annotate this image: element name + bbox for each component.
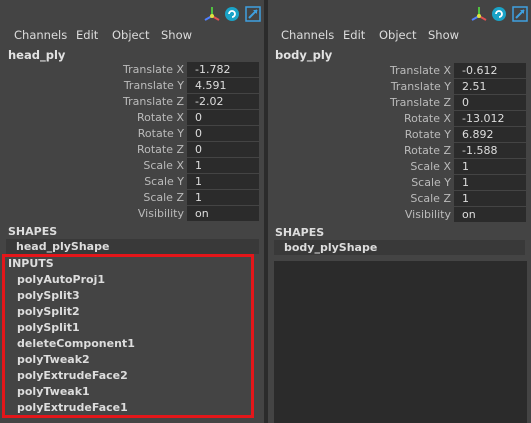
menu-object[interactable]: Object bbox=[379, 28, 416, 42]
attr-label: Translate X bbox=[390, 64, 451, 77]
menu-bar: Channels Edit Object Show bbox=[268, 26, 531, 44]
transform-axes-icon[interactable] bbox=[470, 5, 488, 23]
shapes-header: SHAPES bbox=[275, 226, 325, 239]
attr-value-field[interactable]: 1 bbox=[454, 159, 526, 174]
attr-scale-z[interactable]: Scale Z1 bbox=[0, 190, 264, 206]
shapes-header: SHAPES bbox=[8, 225, 58, 238]
attr-value-field[interactable]: on bbox=[187, 206, 259, 221]
channel-box-left: Channels Edit Object Show head_ply Trans… bbox=[0, 0, 264, 423]
attr-rotate-y[interactable]: Rotate Y 6.892 bbox=[268, 127, 531, 143]
attr-rotate-x[interactable]: Rotate X -13.012 bbox=[268, 111, 531, 127]
empty-inputs-area bbox=[274, 261, 527, 423]
object-name[interactable]: head_ply bbox=[8, 48, 65, 62]
attr-value-field[interactable]: 1 bbox=[187, 190, 259, 205]
attr-value-field[interactable]: 2.51 bbox=[454, 79, 526, 94]
attr-visibility[interactable]: Visibility on bbox=[0, 206, 264, 222]
attr-scale-z[interactable]: Scale Z1 bbox=[268, 191, 531, 207]
input-node[interactable]: polyAutoProj1 bbox=[17, 273, 105, 286]
menu-object[interactable]: Object bbox=[112, 28, 149, 42]
shape-item[interactable]: head_plyShape bbox=[6, 239, 259, 254]
attr-label: Rotate Y bbox=[137, 127, 184, 140]
attr-value-field[interactable]: 1 bbox=[187, 174, 259, 189]
attr-value-field[interactable]: 0 bbox=[187, 142, 259, 157]
attr-value-field[interactable]: 1 bbox=[187, 158, 259, 173]
menu-channels[interactable]: Channels bbox=[14, 28, 67, 42]
attr-translate-z[interactable]: Translate Z0 bbox=[268, 95, 531, 111]
object-name[interactable]: body_ply bbox=[275, 48, 332, 62]
attr-label: Translate Y bbox=[123, 79, 184, 92]
input-node[interactable]: polyExtrudeFace1 bbox=[17, 401, 128, 414]
attr-value-field[interactable]: -0.612 bbox=[454, 63, 526, 78]
menu-show[interactable]: Show bbox=[161, 28, 192, 42]
attr-value-field[interactable]: -1.588 bbox=[454, 143, 526, 158]
attr-value-field[interactable]: 4.591 bbox=[187, 78, 259, 93]
input-node[interactable]: polyExtrudeFace2 bbox=[17, 369, 128, 382]
menu-edit[interactable]: Edit bbox=[76, 28, 98, 42]
menu-bar: Channels Edit Object Show bbox=[0, 26, 264, 44]
attr-translate-x[interactable]: Translate X -1.782 bbox=[0, 62, 264, 78]
attr-value-field[interactable]: on bbox=[454, 207, 526, 222]
attr-label: Rotate X bbox=[403, 112, 451, 125]
attr-label: Scale Z bbox=[143, 191, 184, 204]
attr-rotate-y[interactable]: Rotate Y0 bbox=[0, 126, 264, 142]
attr-label: Translate Z bbox=[123, 95, 184, 108]
attr-label: Visibility bbox=[404, 208, 451, 221]
attr-label: Rotate Y bbox=[404, 128, 451, 141]
attr-translate-x[interactable]: Translate X -0.612 bbox=[268, 63, 531, 79]
input-node[interactable]: polyTweak1 bbox=[17, 385, 90, 398]
attr-value-field[interactable]: -1.782 bbox=[187, 62, 259, 77]
attr-label: Scale Y bbox=[411, 176, 451, 189]
attr-value-field[interactable]: 0 bbox=[187, 110, 259, 125]
attr-label: Visibility bbox=[137, 207, 184, 220]
inputs-header: INPUTS bbox=[8, 257, 54, 270]
expand-arrow-icon[interactable] bbox=[511, 5, 529, 23]
attr-label: Translate Y bbox=[390, 80, 451, 93]
expand-arrow-icon[interactable] bbox=[244, 5, 262, 23]
attr-scale-y[interactable]: Scale Y1 bbox=[0, 174, 264, 190]
input-node[interactable]: polySplit1 bbox=[17, 321, 80, 334]
attr-value-field[interactable]: 1 bbox=[454, 191, 526, 206]
attr-value-field[interactable]: 1 bbox=[454, 175, 526, 190]
attr-value-field[interactable]: -2.02 bbox=[187, 94, 259, 109]
attr-value-field[interactable]: 0 bbox=[187, 126, 259, 141]
circle-arrow-icon[interactable] bbox=[223, 5, 241, 23]
transform-axes-icon[interactable] bbox=[203, 5, 221, 23]
input-node[interactable]: polySplit2 bbox=[17, 305, 80, 318]
attr-translate-z[interactable]: Translate Z -2.02 bbox=[0, 94, 264, 110]
menu-show[interactable]: Show bbox=[428, 28, 459, 42]
attr-value-field[interactable]: 0 bbox=[454, 95, 526, 110]
attr-rotate-x[interactable]: Rotate X0 bbox=[0, 110, 264, 126]
attr-label: Rotate X bbox=[136, 111, 184, 124]
attr-value-field[interactable]: 6.892 bbox=[454, 127, 526, 142]
attr-label: Translate Z bbox=[390, 96, 451, 109]
attr-scale-y[interactable]: Scale Y1 bbox=[268, 175, 531, 191]
circle-arrow-icon[interactable] bbox=[490, 5, 508, 23]
attr-label: Scale X bbox=[410, 160, 451, 173]
attr-label: Translate X bbox=[123, 63, 184, 76]
attr-rotate-z[interactable]: Rotate Z -1.588 bbox=[268, 143, 531, 159]
attr-visibility[interactable]: Visibility on bbox=[268, 207, 531, 223]
menu-edit[interactable]: Edit bbox=[343, 28, 365, 42]
attr-label: Scale Z bbox=[410, 192, 451, 205]
attr-translate-y[interactable]: Translate Y 2.51 bbox=[268, 79, 531, 95]
attr-label: Scale Y bbox=[144, 175, 184, 188]
attr-scale-x[interactable]: Scale X1 bbox=[268, 159, 531, 175]
attr-label: Rotate Z bbox=[136, 143, 184, 156]
input-node[interactable]: polyTweak2 bbox=[17, 353, 90, 366]
input-node[interactable]: polySplit3 bbox=[17, 289, 80, 302]
channel-box-right: Channels Edit Object Show body_ply Trans… bbox=[268, 0, 531, 423]
attr-translate-y[interactable]: Translate Y 4.591 bbox=[0, 78, 264, 94]
shape-item[interactable]: body_plyShape bbox=[274, 240, 525, 255]
attr-rotate-z[interactable]: Rotate Z0 bbox=[0, 142, 264, 158]
attr-value-field[interactable]: -13.012 bbox=[454, 111, 526, 126]
menu-channels[interactable]: Channels bbox=[281, 28, 334, 42]
attr-scale-x[interactable]: Scale X1 bbox=[0, 158, 264, 174]
attr-label: Rotate Z bbox=[403, 144, 451, 157]
attr-label: Scale X bbox=[143, 159, 184, 172]
input-node[interactable]: deleteComponent1 bbox=[17, 337, 135, 350]
